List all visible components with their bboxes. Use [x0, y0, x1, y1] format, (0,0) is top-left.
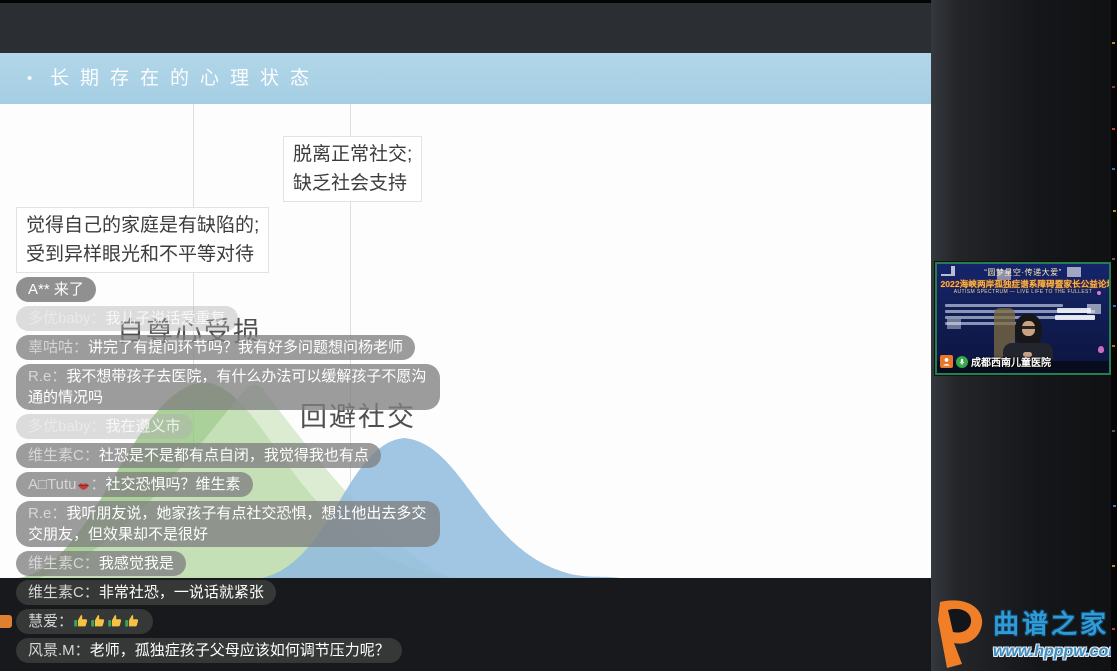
chat-message-bubble: 多优baby：我儿子说话爱重复 [16, 306, 238, 331]
chat-username: R.e [28, 368, 51, 385]
pink-ornament [1098, 346, 1104, 353]
speaker-glasses [1022, 326, 1035, 329]
chat-message-text: 我儿子说话爱重复 [106, 310, 226, 327]
slide-title: 长期存在的心理状态 [50, 53, 320, 104]
right-edge-scrollbar[interactable] [1111, 0, 1117, 671]
chat-message-text: 我听朋友说，她家孩子有点社交恐惧，想让他出去多交交朋友，但效果却不是很好 [28, 505, 426, 543]
chat-username: 多优baby [28, 310, 91, 327]
chat-message-bubble: A** 来了 [16, 277, 96, 302]
chat-message-text: 来了 [54, 281, 84, 298]
chat-message-bubble: 辜咕咕：讲完了有提问环节吗？我有好多问题想问杨老师 [16, 335, 415, 360]
chat-username: R.e [28, 505, 51, 522]
chat-message-bubble: 维生素C：我感觉我是 [16, 551, 186, 576]
chat-message-bubble: 慧爱： [16, 609, 153, 634]
chat-separator: ： [51, 505, 66, 522]
notification-fragment [0, 615, 12, 628]
chat-message-text: 我不想带孩子去医院，有什么办法可以缓解孩子不愿沟通的情况吗 [28, 368, 426, 406]
chat-separator: ： [84, 447, 99, 464]
note-box-family-stigma: 觉得自己的家庭是有缺陷的; 受到异样眼光和不平等对待 [16, 207, 269, 273]
slide-header: • 长期存在的心理状态 SOUTHWEST CHILDREN'S REHABIL… [0, 53, 931, 104]
watermark-site-name: 曲谱之家 [993, 604, 1117, 641]
chat-message-text: 非常社恐，一说话就紧张 [99, 584, 264, 601]
pink-sparkle [1097, 291, 1101, 295]
title-bullet: • [27, 53, 32, 104]
chat-separator: ： [91, 418, 106, 435]
note-box-social-detachment: 脱离正常社交; 缺乏社会支持 [283, 136, 422, 202]
hpppw-logo-icon [932, 598, 990, 670]
chat-message-text: 我在遵义市 [106, 418, 181, 435]
video-banner-title: 2022海峡两岸孤独症谱系障碍暨家长公益论坛 [940, 277, 1105, 289]
chat-message-bubble: 维生素C：非常社恐，一说话就紧张 [16, 580, 276, 605]
video-banner-subtitle: AUTISM SPECTRUM — LIVE LIFE TO THE FULLE… [937, 289, 1109, 295]
video-thumbnail[interactable]: “圆梦星空·传递大爱” 2022海峡两岸孤独症谱系障碍暨家长公益论坛 AUTIS… [935, 262, 1111, 375]
chat-username: 辜咕咕 [28, 339, 73, 356]
chat-message-bubble: 维生素C：社恐是不是都有点自闭，我觉得我也有点 [16, 443, 381, 468]
chat-message-text: 社交恐惧吗？维生素 [106, 476, 241, 493]
chat-username: 风景.M [28, 642, 75, 659]
chat-separator: ： [51, 368, 66, 385]
thumbs-up-emoji-icon [90, 612, 106, 628]
chat-message-bubble: R.e：我听朋友说，她家孩子有点社交恐惧，想让他出去多交交朋友，但效果却不是很好 [16, 501, 440, 547]
chat-overlay: A** 来了多优baby：我儿子说话爱重复辜咕咕：讲完了有提问环节吗？我有好多问… [16, 277, 440, 663]
chat-separator: ： [84, 584, 99, 601]
video-caption-row: 成都西南儿童医院 [940, 354, 1051, 369]
watermark: 曲谱之家 www.hpppw.com [931, 598, 1117, 671]
chat-separator: ： [91, 310, 106, 327]
chat-username: A** [28, 281, 50, 298]
station-label: 成都西南儿童医院 [971, 354, 1051, 369]
person-badge-icon [940, 355, 953, 368]
chat-username: A□Tutu [28, 476, 77, 493]
chat-username: 慧爱 [28, 613, 58, 630]
chat-message-bubble: 风景.M：老师，孤独症孩子父母应该如何调节压力呢？ [16, 638, 402, 663]
banner-fineprint-line [945, 304, 1063, 307]
chat-username: 多优baby [28, 418, 91, 435]
banner-highlight-chip [1055, 315, 1095, 320]
chat-message-bubble: A□Tutu ：社交恐惧吗？维生素 [16, 472, 253, 497]
chat-message-text: 讲完了有提问环节吗？我有好多问题想问杨老师 [88, 339, 403, 356]
chat-separator: ： [58, 613, 73, 630]
mic-icon [956, 356, 968, 368]
chat-message-text: 老师，孤独症孩子父母应该如何调节压力呢？ [90, 642, 390, 659]
thumbs-up-emoji-icon [124, 612, 140, 628]
chat-message-bubble: 多优baby：我在遵义市 [16, 414, 193, 439]
chat-username: 维生素C [28, 555, 84, 572]
chat-separator: ： [73, 339, 88, 356]
thumbs-up-emoji-icon [107, 612, 123, 628]
chat-message-bubble: R.e：我不想带孩子去医院，有什么办法可以缓解孩子不愿沟通的情况吗 [16, 364, 440, 410]
chat-separator: ： [91, 476, 106, 493]
top-bar [0, 3, 931, 53]
right-panel: “圆梦星空·传递大爱” 2022海峡两岸孤独症谱系障碍暨家长公益论坛 AUTIS… [931, 0, 1117, 671]
chat-separator: ： [84, 555, 99, 572]
app-window: • 长期存在的心理状态 SOUTHWEST CHILDREN'S REHABIL… [0, 0, 1117, 671]
watermark-url: www.hpppw.com [993, 643, 1117, 661]
chat-separator: ： [75, 642, 90, 659]
banner-highlight-chip [1057, 308, 1091, 313]
thumbs-up-emoji-icon [73, 612, 89, 628]
lips-emoji-icon [77, 481, 90, 491]
chat-message-text: 社恐是不是都有点自闭，我觉得我也有点 [99, 447, 369, 464]
chat-username: 维生素C [28, 447, 84, 464]
chat-message-text: 我感觉我是 [99, 555, 174, 572]
chat-username: 维生素C [28, 584, 84, 601]
